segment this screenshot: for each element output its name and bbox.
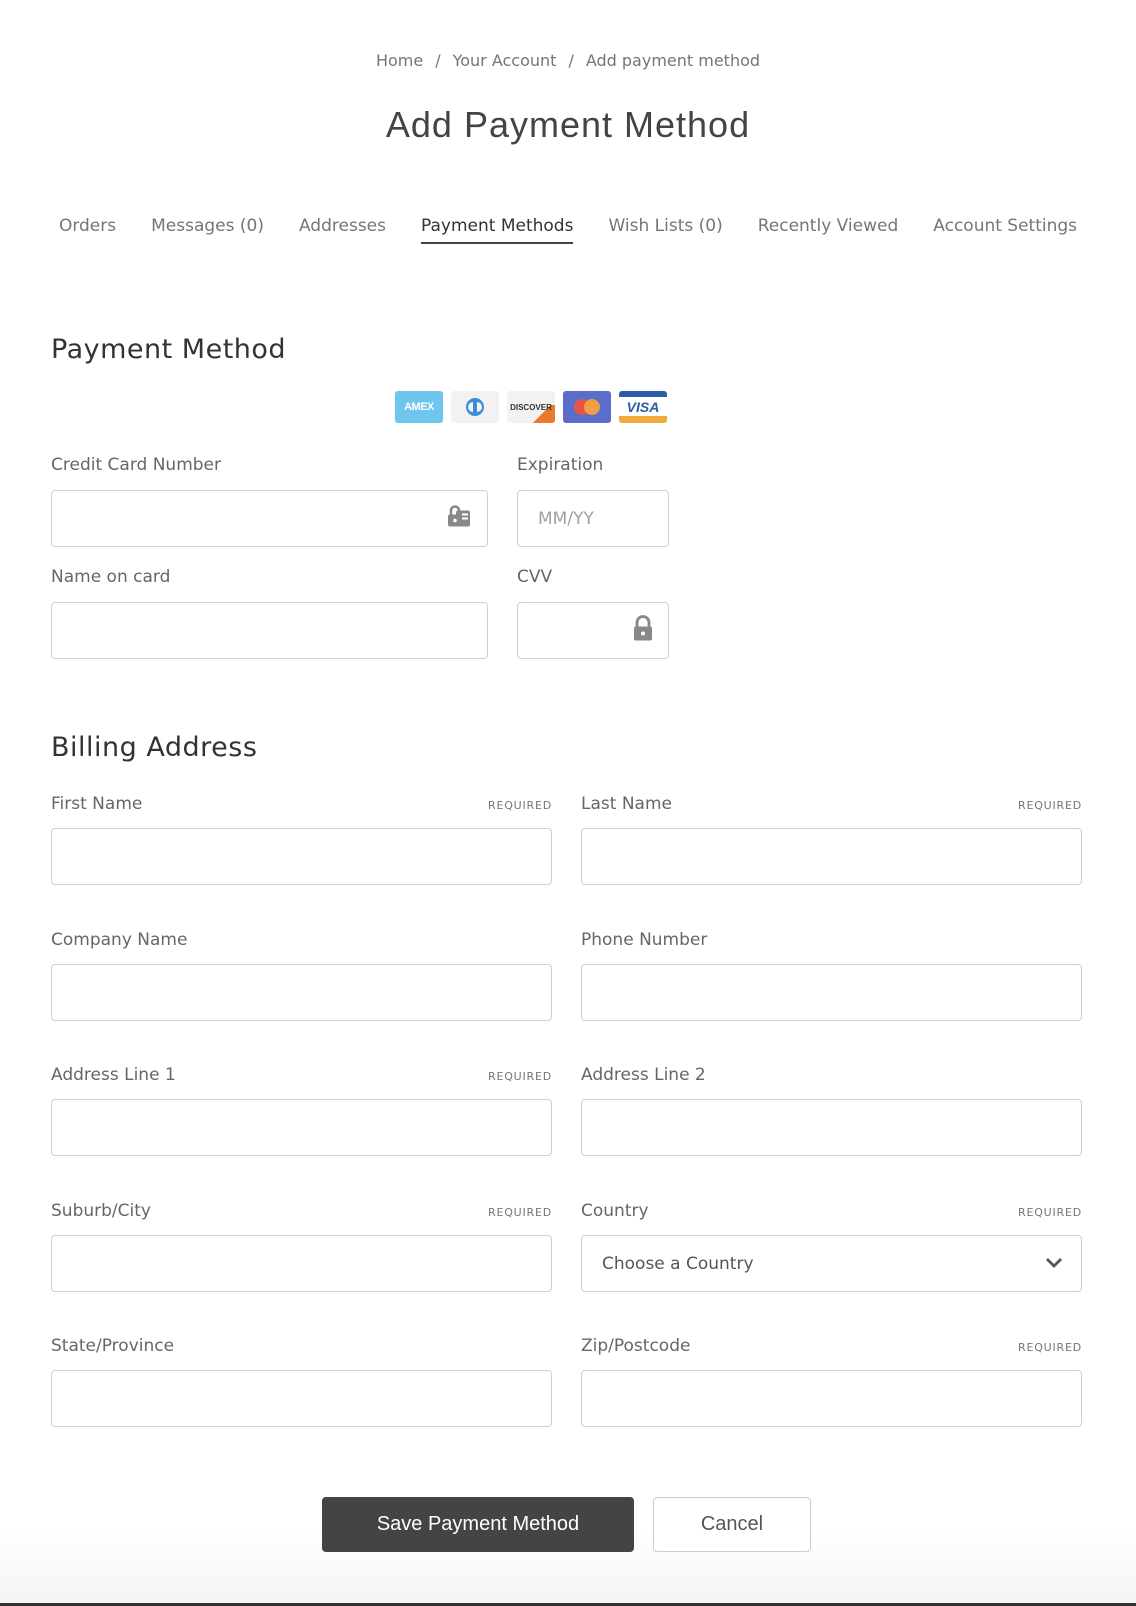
lock-icon [632, 614, 654, 647]
payment-method-heading: Payment Method [51, 334, 287, 365]
address-line-2-input[interactable] [581, 1099, 1082, 1156]
last-name-input[interactable] [581, 828, 1082, 885]
first-name-input[interactable] [51, 828, 552, 885]
accepted-cards: AMEX DISCOVER VISA [395, 391, 667, 423]
breadcrumb-home[interactable]: Home [376, 51, 423, 70]
diners-logo-icon [466, 398, 484, 416]
page-title: Add Payment Method [385, 104, 751, 145]
breadcrumb-current: Add payment method [585, 51, 761, 70]
mastercard-card-icon [563, 391, 611, 423]
tab-payment-methods[interactable]: Payment Methods [421, 214, 574, 244]
account-nav: Orders Messages (0) Addresses Payment Me… [0, 214, 1136, 244]
breadcrumb: Home / Your Account / Add payment method [0, 51, 1136, 70]
discover-text: DISCOVER [510, 402, 552, 412]
address-line-1-label: Address Line 1 [51, 1065, 176, 1085]
tab-orders[interactable]: Orders [59, 214, 116, 244]
visa-text: VISA [626, 399, 660, 415]
mastercard-circles-icon [574, 399, 600, 415]
save-payment-method-button[interactable]: Save Payment Method [322, 1497, 634, 1552]
state-label: State/Province [51, 1336, 175, 1356]
address-line-1-input[interactable] [51, 1099, 552, 1156]
credit-card-lock-icon [445, 502, 473, 535]
cvv-label: CVV [517, 567, 553, 587]
expiration-placeholder: MM/YY [538, 508, 594, 529]
billing-address-heading: Billing Address [51, 732, 258, 763]
visa-bottom-band [619, 416, 667, 423]
tab-wish-lists[interactable]: Wish Lists (0) [608, 214, 722, 244]
country-required: REQUIRED [1018, 1206, 1083, 1219]
company-name-input[interactable] [51, 964, 552, 1021]
state-input[interactable] [51, 1370, 552, 1427]
address-line-1-required: REQUIRED [488, 1070, 553, 1083]
first-name-required: REQUIRED [488, 799, 553, 812]
last-name-required: REQUIRED [1018, 799, 1083, 812]
phone-number-input[interactable] [581, 964, 1082, 1021]
card-number-label: Credit Card Number [51, 455, 221, 475]
company-name-label: Company Name [51, 930, 188, 950]
zip-required: REQUIRED [1018, 1341, 1083, 1354]
city-required: REQUIRED [488, 1206, 553, 1219]
discover-card-icon: DISCOVER [507, 391, 555, 423]
visa-top-band [619, 391, 667, 397]
city-label: Suburb/City [51, 1201, 151, 1221]
expiration-input[interactable]: MM/YY [517, 490, 669, 547]
phone-number-label: Phone Number [581, 930, 708, 950]
tab-addresses[interactable]: Addresses [299, 214, 386, 244]
card-number-input[interactable] [51, 490, 488, 547]
visa-card-icon: VISA [619, 391, 667, 423]
tab-recently-viewed[interactable]: Recently Viewed [758, 214, 899, 244]
address-line-2-label: Address Line 2 [581, 1065, 706, 1085]
country-label: Country [581, 1201, 649, 1221]
tab-account-settings[interactable]: Account Settings [933, 214, 1077, 244]
last-name-label: Last Name [581, 794, 672, 814]
chevron-down-icon [1045, 1254, 1063, 1274]
expiration-label: Expiration [517, 455, 604, 475]
city-input[interactable] [51, 1235, 552, 1292]
breadcrumb-your-account[interactable]: Your Account [453, 51, 557, 70]
country-selected-value: Choose a Country [602, 1253, 754, 1274]
breadcrumb-separator: / [435, 51, 441, 70]
diners-card-icon [451, 391, 499, 423]
country-select[interactable]: Choose a Country [581, 1235, 1082, 1292]
amex-card-icon: AMEX [395, 391, 443, 423]
breadcrumb-separator: / [568, 51, 574, 70]
tab-messages[interactable]: Messages (0) [151, 214, 264, 244]
cvv-input[interactable] [517, 602, 669, 659]
zip-label: Zip/Postcode [581, 1336, 691, 1356]
amex-text: AMEX [404, 401, 434, 413]
name-on-card-input[interactable] [51, 602, 488, 659]
cancel-button[interactable]: Cancel [653, 1497, 811, 1552]
name-on-card-label: Name on card [51, 567, 171, 587]
first-name-label: First Name [51, 794, 143, 814]
zip-input[interactable] [581, 1370, 1082, 1427]
